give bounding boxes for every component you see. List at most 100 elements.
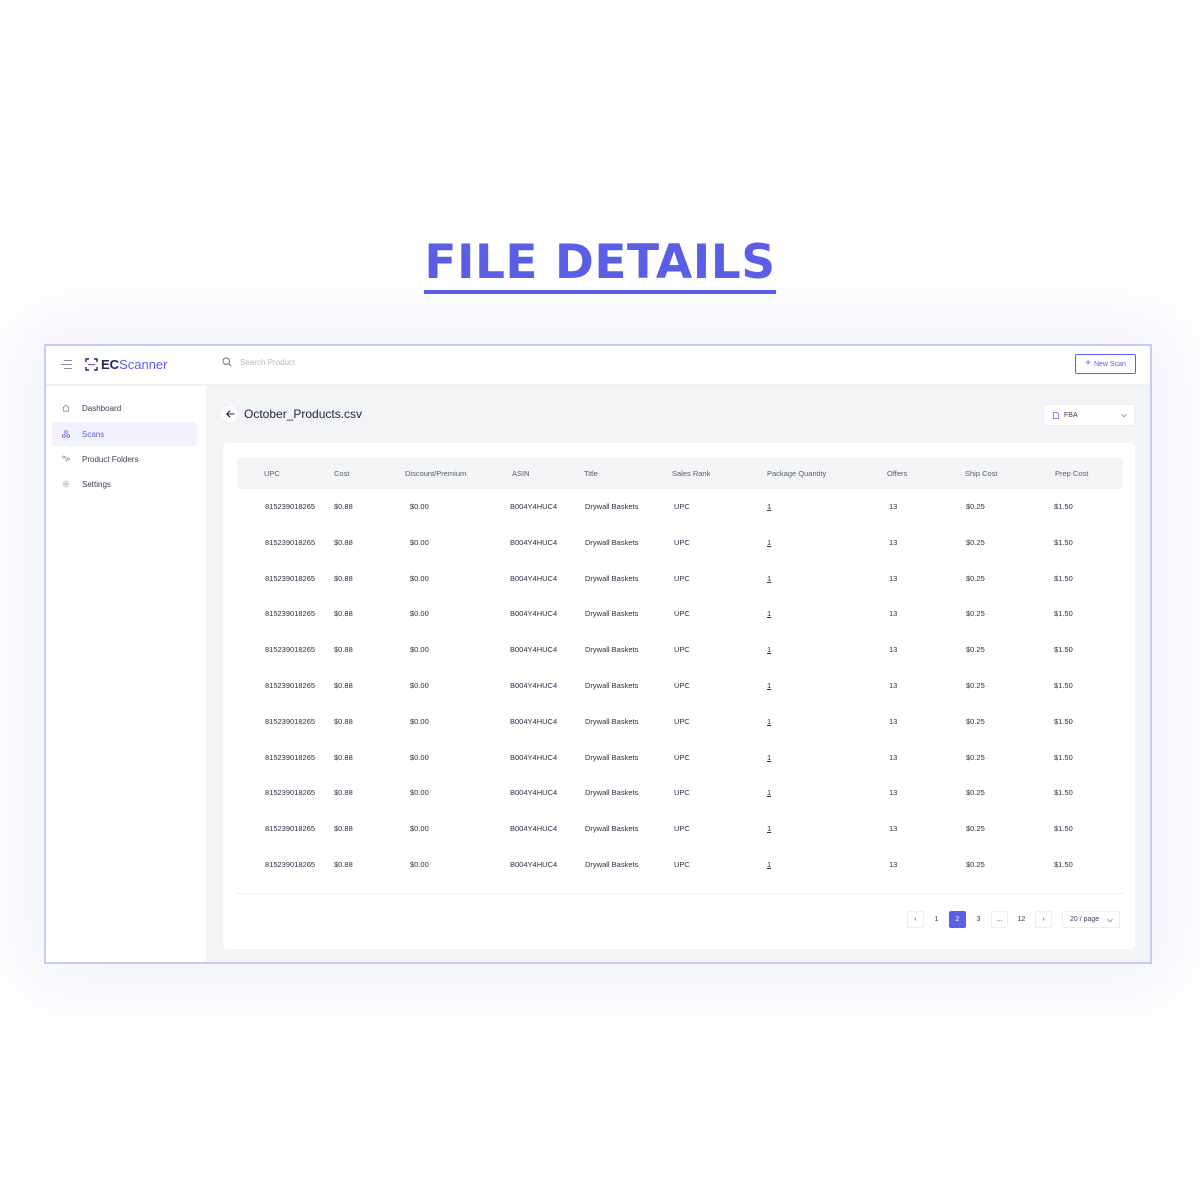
banner-title: FILE DETAILS — [424, 236, 776, 294]
table-cell: Drywall Baskets — [585, 860, 639, 869]
logo[interactable]: EC Scanner — [85, 356, 167, 373]
table-cell: $0.88 — [334, 573, 353, 583]
table-cell: $0.88 — [334, 609, 353, 619]
table-cell: Drywall Baskets — [585, 788, 639, 798]
mode-select[interactable]: FBA — [1043, 404, 1135, 426]
table-row[interactable]: 815239018265 $0.88 $0.00 B004Y4HUC4 Drywall … — [237, 788, 1123, 824]
table-cell: 815239018265 — [265, 788, 316, 798]
page-button[interactable]: 12 — [1013, 911, 1030, 928]
table-cell: 815239018265 — [265, 860, 316, 869]
sidebar-item-product-folders[interactable]: Product Folders — [52, 447, 197, 471]
table-row[interactable]: 815239018265 $0.88 $0.00 B004Y4HUC4 Drywall … — [237, 681, 1123, 717]
table-cell: $0.00 — [410, 609, 429, 619]
table-cell: B004Y4HUC4 — [510, 788, 558, 798]
menu-icon[interactable] — [61, 360, 72, 369]
table-cell: $0.25 — [966, 716, 985, 726]
table-cell: Drywall Baskets — [585, 752, 639, 762]
table-cell: B004Y4HUC4 — [510, 860, 558, 869]
back-button[interactable] — [222, 406, 238, 422]
sidebar-item-label: Scans — [82, 429, 105, 439]
file-details-card: UPC Cost Discount/Premium ASIN Title Sales Ra… — [223, 443, 1135, 949]
chevron-down-icon — [1121, 413, 1127, 418]
divider — [237, 893, 1123, 894]
table-row[interactable]: 815239018265 $0.88 $0.00 B004Y4HUC4 Drywall … — [237, 645, 1123, 681]
column-header: Package Quantity — [767, 469, 827, 478]
page-size-select[interactable]: 20 / page — [1062, 911, 1120, 928]
table-cell: $0.25 — [966, 609, 985, 619]
table-row[interactable]: 815239018265 $0.88 $0.00 B004Y4HUC4 Drywall … — [237, 717, 1123, 753]
package-quantity-link[interactable]: 1 — [767, 860, 771, 869]
table-cell: $1.50 — [1054, 860, 1073, 869]
sidebar-item-label: Dashboard — [82, 403, 122, 413]
folders-icon — [62, 455, 70, 462]
table-cell: UPC — [674, 502, 690, 511]
table-cell: $0.00 — [410, 502, 429, 511]
search-input[interactable] — [240, 357, 400, 367]
page-button[interactable]: 1 — [928, 911, 945, 928]
package-quantity-link[interactable]: 1 — [767, 502, 771, 511]
logo-text-scanner: Scanner — [119, 357, 168, 372]
table-cell: UPC — [674, 716, 690, 726]
table-row[interactable]: 815239018265 $0.88 $0.00 B004Y4HUC4 Drywall … — [237, 538, 1123, 574]
package-quantity-link[interactable]: 1 — [767, 574, 771, 583]
package-quantity-link[interactable]: 1 — [767, 717, 771, 726]
table-cell: $0.25 — [966, 752, 985, 762]
table-cell: 815239018265 — [265, 752, 316, 762]
table-cell: $0.25 — [966, 537, 985, 547]
table-row[interactable]: 815239018265 $0.88 $0.00 B004Y4HUC4 Drywall … — [237, 753, 1123, 789]
table-row[interactable]: 815239018265 $0.88 $0.00 B004Y4HUC4 Drywall … — [237, 574, 1123, 610]
table-cell: $0.88 — [334, 502, 353, 511]
table-row[interactable]: 815239018265 $0.88 $0.00 B004Y4HUC4 Drywall … — [237, 502, 1123, 538]
page-button[interactable]: 3 — [970, 911, 987, 928]
table-cell: UPC — [674, 645, 690, 655]
table-cell: $0.25 — [966, 681, 985, 690]
package-quantity-link[interactable]: 1 — [767, 645, 771, 654]
table-cell: $0.00 — [410, 537, 429, 547]
table-cell: B004Y4HUC4 — [510, 681, 558, 690]
table-cell: B004Y4HUC4 — [510, 716, 558, 726]
table-cell: 815239018265 — [265, 824, 316, 834]
table-cell: UPC — [674, 752, 690, 762]
home-icon — [62, 404, 70, 412]
table-cell: $0.25 — [966, 788, 985, 798]
table-cell: UPC — [674, 537, 690, 547]
top-bar: EC Scanner + New Scan — [46, 346, 1150, 385]
table-row[interactable]: 815239018265 $0.88 $0.00 B004Y4HUC4 Drywall … — [237, 609, 1123, 645]
new-scan-button[interactable]: + New Scan — [1075, 354, 1136, 374]
table-cell: B004Y4HUC4 — [510, 573, 558, 583]
next-page-button[interactable]: › — [1035, 911, 1052, 928]
page-size-value: 20 / page — [1070, 916, 1100, 923]
package-quantity-link[interactable]: 1 — [767, 824, 771, 833]
table-cell: 13 — [889, 609, 898, 619]
table-row[interactable]: 815239018265 $0.88 $0.00 B004Y4HUC4 Drywall … — [237, 824, 1123, 860]
table-cell: 815239018265 — [265, 502, 316, 511]
package-quantity-link[interactable]: 1 — [767, 538, 771, 547]
sidebar-item-scans[interactable]: Scans — [52, 422, 197, 446]
prev-page-button[interactable]: ‹ — [907, 911, 924, 928]
table-cell: $0.25 — [966, 645, 985, 655]
table-cell: B004Y4HUC4 — [510, 752, 558, 762]
search-icon — [222, 357, 232, 367]
table-cell: $0.00 — [410, 645, 429, 655]
package-quantity-link[interactable]: 1 — [767, 753, 771, 762]
sidebar-item-dashboard[interactable]: Dashboard — [52, 396, 197, 420]
table-cell: Drywall Baskets — [585, 502, 639, 511]
table-cell: UPC — [674, 788, 690, 798]
table-cell: $0.88 — [334, 537, 353, 547]
table-row[interactable]: 815239018265 $0.88 $0.00 B004Y4HUC4 Drywall … — [237, 860, 1123, 896]
scanner-logo-icon — [85, 358, 98, 371]
table-cell: Drywall Baskets — [585, 609, 639, 619]
sidebar-item-label: Settings — [82, 479, 111, 489]
table-cell: Drywall Baskets — [585, 573, 639, 583]
pagination-ellipsis[interactable]: ... — [991, 911, 1008, 928]
package-quantity-link[interactable]: 1 — [767, 788, 771, 797]
package-quantity-link[interactable]: 1 — [767, 681, 771, 690]
table-cell: $0.88 — [334, 860, 353, 869]
table-cell: Drywall Baskets — [585, 716, 639, 726]
table-cell: 815239018265 — [265, 645, 316, 655]
sidebar-item-settings[interactable]: Settings — [52, 472, 197, 496]
table-cell: $0.25 — [966, 860, 985, 869]
scans-icon — [62, 430, 70, 438]
package-quantity-link[interactable]: 1 — [767, 609, 771, 618]
page-button[interactable]: 2 — [949, 911, 966, 928]
